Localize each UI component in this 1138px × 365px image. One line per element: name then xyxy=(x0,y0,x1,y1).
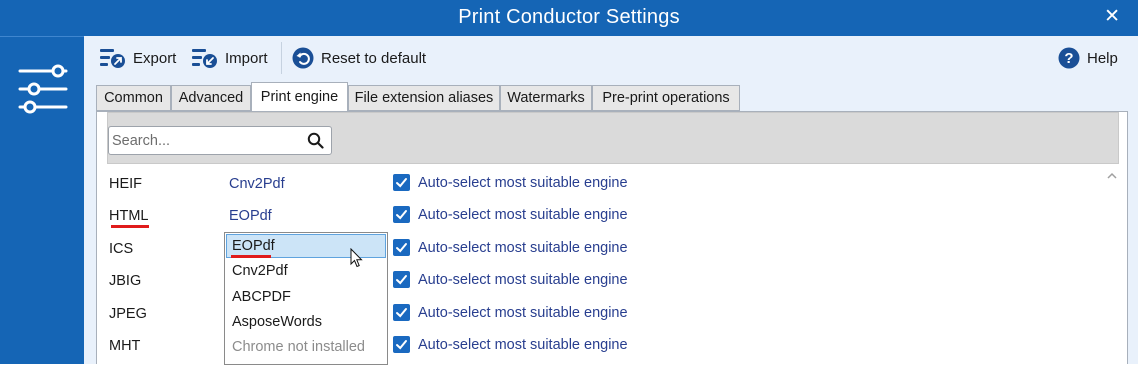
help-label: Help xyxy=(1087,49,1118,67)
toolbar-separator xyxy=(281,42,282,74)
window-title: Print Conductor Settings xyxy=(458,6,680,28)
auto-select-label: Auto-select most suitable engine xyxy=(418,174,628,191)
title-bar: Print Conductor Settings ✕ xyxy=(0,0,1138,36)
tab-watermarks[interactable]: Watermarks xyxy=(500,85,592,111)
import-label: Import xyxy=(225,49,268,67)
extension-label: JPEG xyxy=(109,306,147,322)
export-label: Export xyxy=(133,49,177,67)
svg-text:?: ? xyxy=(1064,50,1073,67)
import-button[interactable]: Import xyxy=(192,46,268,70)
export-icon xyxy=(100,49,125,68)
tab-file-extension-aliases[interactable]: File extension aliases xyxy=(348,85,500,111)
auto-select-checkbox[interactable]: Auto-select most suitable engine xyxy=(393,239,628,256)
extension-label: JBIG xyxy=(109,273,142,289)
checkbox-checked-icon xyxy=(393,304,410,321)
auto-select-checkbox[interactable]: Auto-select most suitable engine xyxy=(393,271,628,288)
dropdown-option-disabled: Chrome not installed xyxy=(232,339,365,355)
engine-select[interactable]: Cnv2Pdf xyxy=(229,176,285,192)
search-input[interactable]: Search... xyxy=(108,126,332,155)
tab-pre-print-operations[interactable]: Pre-print operations xyxy=(592,85,740,111)
import-icon xyxy=(192,49,217,68)
sidebar xyxy=(0,36,84,364)
extension-label: HTML xyxy=(109,208,149,224)
highlight-underline xyxy=(111,225,149,228)
checkbox-checked-icon xyxy=(393,239,410,256)
close-icon[interactable]: ✕ xyxy=(1104,7,1120,27)
auto-select-label: Auto-select most suitable engine xyxy=(418,206,628,223)
auto-select-label: Auto-select most suitable engine xyxy=(418,239,628,256)
help-icon: ? xyxy=(1058,47,1080,69)
auto-select-label: Auto-select most suitable engine xyxy=(418,336,628,353)
reset-to-default-button[interactable]: Reset to default xyxy=(292,46,426,70)
extension-label: HEIF xyxy=(109,176,143,192)
mouse-pointer-icon xyxy=(350,248,363,268)
tab-advanced[interactable]: Advanced xyxy=(171,85,251,111)
checkbox-checked-icon xyxy=(393,336,410,353)
settings-sliders-icon xyxy=(18,64,68,114)
print-engine-panel: Search... HEIF Cnv2Pdf Auto-select most … xyxy=(96,111,1128,365)
search-placeholder: Search... xyxy=(112,133,171,149)
auto-select-checkbox[interactable]: Auto-select most suitable engine xyxy=(393,304,628,321)
auto-select-label: Auto-select most suitable engine xyxy=(418,271,628,288)
content-area: Export Import Reset to default ? Help Co… xyxy=(84,36,1138,365)
extension-label: MHT xyxy=(109,338,141,354)
reset-label: Reset to default xyxy=(321,49,427,67)
extension-label: ICS xyxy=(109,241,134,257)
help-button[interactable]: ? Help xyxy=(1058,46,1118,70)
auto-select-checkbox[interactable]: Auto-select most suitable engine xyxy=(393,206,628,223)
dropdown-option[interactable]: AsposeWords xyxy=(226,310,386,334)
toolbar: Export Import Reset to default ? Help xyxy=(84,36,1138,80)
auto-select-label: Auto-select most suitable engine xyxy=(418,304,628,321)
export-button[interactable]: Export xyxy=(100,46,176,70)
scroll-up-icon[interactable] xyxy=(1107,172,1117,179)
tab-print-engine[interactable]: Print engine xyxy=(251,82,348,112)
dropdown-option[interactable]: ABCPDF xyxy=(226,285,386,309)
undo-icon xyxy=(292,47,314,69)
engine-select[interactable]: EOPdf xyxy=(229,208,272,224)
checkbox-checked-icon xyxy=(393,206,410,223)
auto-select-checkbox[interactable]: Auto-select most suitable engine xyxy=(393,336,628,353)
auto-select-checkbox[interactable]: Auto-select most suitable engine xyxy=(393,174,628,191)
tab-common[interactable]: Common xyxy=(96,85,171,111)
checkbox-checked-icon xyxy=(393,174,410,191)
checkbox-checked-icon xyxy=(393,271,410,288)
highlight-underline xyxy=(231,255,271,258)
search-icon[interactable] xyxy=(307,132,324,149)
search-area: Search... xyxy=(107,112,1119,164)
